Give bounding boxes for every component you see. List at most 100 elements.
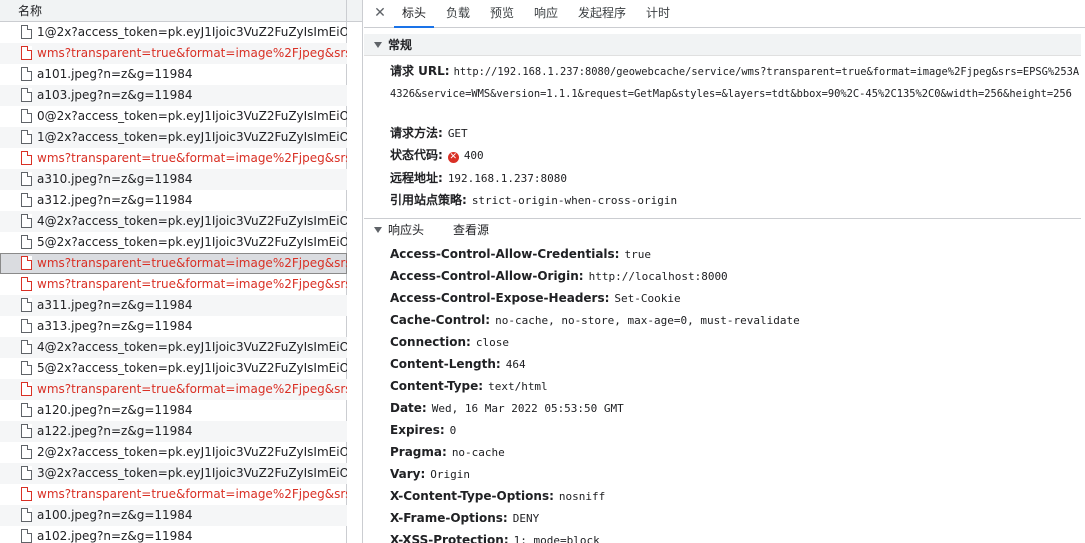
document-icon bbox=[21, 319, 32, 333]
response-header-value: nosniff bbox=[558, 490, 606, 503]
view-source-link[interactable]: 查看源 bbox=[453, 219, 489, 241]
request-row[interactable]: a310.jpeg?n=z&g=11984 bbox=[0, 169, 347, 190]
request-name: 3@2x?access_token=pk.eyJ1Ijoic3VuZ2FuZyI… bbox=[37, 466, 347, 480]
document-icon bbox=[21, 382, 32, 396]
request-row[interactable]: 0@2x?access_token=pk.eyJ1Ijoic3VuZ2FuZyI… bbox=[0, 106, 347, 127]
status-code-label: 状态代码: bbox=[390, 148, 443, 162]
document-icon bbox=[21, 508, 32, 522]
request-row[interactable]: a100.jpeg?n=z&g=11984 bbox=[0, 505, 347, 526]
request-name: wms?transparent=true&format=image%2Fjpeg… bbox=[37, 151, 347, 165]
list-scrollbar[interactable] bbox=[347, 22, 362, 543]
request-name: 0@2x?access_token=pk.eyJ1Ijoic3VuZ2FuZyI… bbox=[37, 109, 347, 123]
tab-preview[interactable]: 预览 bbox=[482, 0, 522, 28]
request-row[interactable]: a312.jpeg?n=z&g=11984 bbox=[0, 190, 347, 211]
document-icon bbox=[21, 298, 32, 312]
response-header-name: X-XSS-Protection: bbox=[390, 533, 509, 543]
request-name: a122.jpeg?n=z&g=11984 bbox=[37, 424, 193, 438]
response-header-row: Connection: close bbox=[390, 333, 1075, 352]
document-icon bbox=[21, 277, 32, 291]
request-row[interactable]: wms?transparent=true&format=image%2Fjpeg… bbox=[0, 148, 347, 169]
response-header-value: Set-Cookie bbox=[614, 292, 681, 305]
request-name: a120.jpeg?n=z&g=11984 bbox=[37, 403, 193, 417]
document-icon bbox=[21, 529, 32, 543]
response-header-name: Vary: bbox=[390, 467, 426, 481]
response-header-value: 1; mode=block bbox=[513, 534, 600, 543]
request-row[interactable]: wms?transparent=true&format=image%2Fjpeg… bbox=[0, 274, 347, 295]
tab-payload[interactable]: 负载 bbox=[438, 0, 478, 28]
request-row[interactable]: a313.jpeg?n=z&g=11984 bbox=[0, 316, 347, 337]
request-name: a103.jpeg?n=z&g=11984 bbox=[37, 88, 193, 102]
remote-address-value: 192.168.1.237:8080 bbox=[447, 172, 568, 185]
request-name: a313.jpeg?n=z&g=11984 bbox=[37, 319, 193, 333]
request-name: 1@2x?access_token=pk.eyJ1Ijoic3VuZ2FuZyI… bbox=[37, 25, 347, 39]
document-icon bbox=[21, 88, 32, 102]
document-icon bbox=[21, 151, 32, 165]
response-header-name: Connection: bbox=[390, 335, 471, 349]
request-row[interactable]: 4@2x?access_token=pk.eyJ1Ijoic3VuZ2FuZyI… bbox=[0, 337, 347, 358]
request-row[interactable]: a120.jpeg?n=z&g=11984 bbox=[0, 400, 347, 421]
request-row[interactable]: 3@2x?access_token=pk.eyJ1Ijoic3VuZ2FuZyI… bbox=[0, 463, 347, 484]
close-icon[interactable]: ✕ bbox=[373, 5, 387, 21]
request-row[interactable]: wms?transparent=true&format=image%2Fjpeg… bbox=[0, 379, 347, 400]
document-icon bbox=[21, 172, 32, 186]
status-code-row: 状态代码: ✕ 400 bbox=[390, 146, 1075, 165]
tab-timing[interactable]: 计时 bbox=[638, 0, 678, 28]
tab-response[interactable]: 响应 bbox=[526, 0, 566, 28]
details-scrollbar[interactable] bbox=[1081, 28, 1085, 543]
response-header-value: true bbox=[624, 248, 651, 261]
request-row[interactable]: wms?transparent=true&format=image%2Fjpeg… bbox=[0, 253, 347, 274]
request-row[interactable]: a122.jpeg?n=z&g=11984 bbox=[0, 421, 347, 442]
document-icon bbox=[21, 445, 32, 459]
document-icon bbox=[21, 235, 32, 249]
request-row[interactable]: wms?transparent=true&format=image%2Fjpeg… bbox=[0, 43, 347, 64]
document-icon bbox=[21, 340, 32, 354]
response-header-name: Access-Control-Allow-Origin: bbox=[390, 269, 584, 283]
request-method-label: 请求方法: bbox=[390, 126, 443, 140]
response-header-value: no-cache, no-store, max-age=0, must-reva… bbox=[495, 314, 800, 327]
request-row[interactable]: 1@2x?access_token=pk.eyJ1Ijoic3VuZ2FuZyI… bbox=[0, 127, 347, 148]
response-header-name: X-Frame-Options: bbox=[390, 511, 508, 525]
general-section-header[interactable]: 常规 bbox=[364, 34, 1085, 56]
request-name: a311.jpeg?n=z&g=11984 bbox=[37, 298, 193, 312]
response-header-name: Access-Control-Allow-Credentials: bbox=[390, 247, 620, 261]
request-row[interactable]: 4@2x?access_token=pk.eyJ1Ijoic3VuZ2FuZyI… bbox=[0, 211, 347, 232]
request-name: 2@2x?access_token=pk.eyJ1Ijoic3VuZ2FuZyI… bbox=[37, 445, 347, 459]
request-name: 4@2x?access_token=pk.eyJ1Ijoic3VuZ2FuZyI… bbox=[37, 214, 347, 228]
document-icon bbox=[21, 130, 32, 144]
request-row[interactable]: 5@2x?access_token=pk.eyJ1Ijoic3VuZ2FuZyI… bbox=[0, 232, 347, 253]
request-row[interactable]: a311.jpeg?n=z&g=11984 bbox=[0, 295, 347, 316]
request-row[interactable]: 1@2x?access_token=pk.eyJ1Ijoic3VuZ2FuZyI… bbox=[0, 22, 347, 43]
response-header-value: text/html bbox=[488, 380, 548, 393]
response-header-row: Expires: 0 bbox=[390, 421, 1075, 440]
response-header-value: close bbox=[475, 336, 509, 349]
request-name: a312.jpeg?n=z&g=11984 bbox=[37, 193, 193, 207]
request-method-value: GET bbox=[447, 127, 468, 140]
request-row[interactable]: a102.jpeg?n=z&g=11984 bbox=[0, 526, 347, 543]
request-name: wms?transparent=true&format=image%2Fjpeg… bbox=[37, 46, 347, 60]
response-headers-title: 响应头 bbox=[388, 223, 425, 237]
request-row[interactable]: 2@2x?access_token=pk.eyJ1Ijoic3VuZ2FuZyI… bbox=[0, 442, 347, 463]
response-header-row: Pragma: no-cache bbox=[390, 443, 1075, 462]
document-icon bbox=[21, 25, 32, 39]
response-header-name: X-Content-Type-Options: bbox=[390, 489, 554, 503]
request-row[interactable]: 5@2x?access_token=pk.eyJ1Ijoic3VuZ2FuZyI… bbox=[0, 358, 347, 379]
request-name: a310.jpeg?n=z&g=11984 bbox=[37, 172, 193, 186]
response-header-row: Access-Control-Allow-Credentials: true bbox=[390, 245, 1075, 264]
request-row[interactable]: a103.jpeg?n=z&g=11984 bbox=[0, 85, 347, 106]
request-details-panel: ✕ 标头 负载 预览 响应 发起程序 计时 常规 请求 URL: http://1… bbox=[364, 0, 1085, 543]
remote-address-label: 远程地址: bbox=[390, 171, 443, 185]
document-icon bbox=[21, 46, 32, 60]
request-row[interactable]: wms?transparent=true&format=image%2Fjpeg… bbox=[0, 484, 347, 505]
request-name: a101.jpeg?n=z&g=11984 bbox=[37, 67, 193, 81]
response-headers-section-header[interactable]: 响应头 查看源 bbox=[364, 218, 1085, 240]
name-column-header[interactable]: 名称 bbox=[0, 0, 362, 543]
request-name: 1@2x?access_token=pk.eyJ1Ijoic3VuZ2FuZyI… bbox=[37, 130, 347, 144]
response-header-name: Pragma: bbox=[390, 445, 447, 459]
response-header-value: DENY bbox=[512, 512, 540, 525]
tab-headers[interactable]: 标头 bbox=[394, 0, 435, 28]
response-header-value: Wed, 16 Mar 2022 05:53:50 GMT bbox=[431, 402, 624, 415]
remote-address-row: 远程地址: 192.168.1.237:8080 bbox=[390, 169, 1075, 188]
request-row[interactable]: a101.jpeg?n=z&g=11984 bbox=[0, 64, 347, 85]
tab-initiator[interactable]: 发起程序 bbox=[570, 0, 634, 28]
collapse-triangle-icon bbox=[374, 227, 382, 233]
